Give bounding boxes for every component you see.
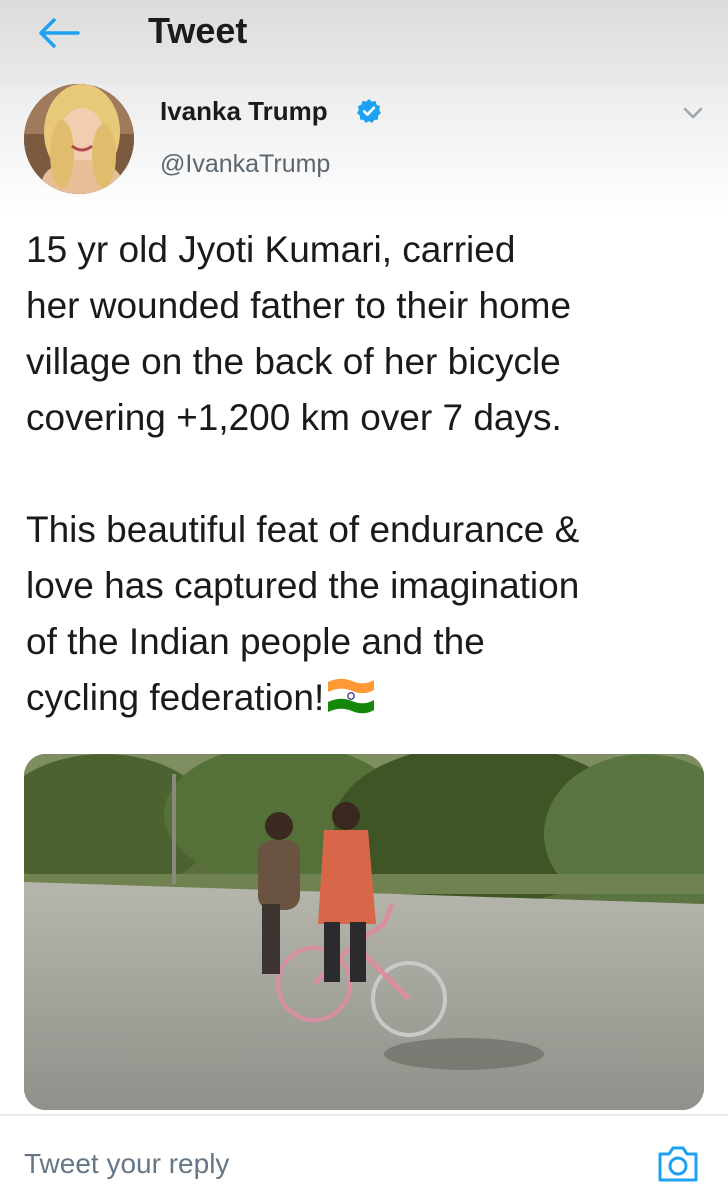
author-name[interactable]: Ivanka Trump: [160, 96, 328, 127]
camera-icon: [658, 1146, 698, 1182]
tweet-paragraph-2-text: This beautiful feat of endurance & love …: [26, 509, 580, 718]
tweet-media-photo[interactable]: [24, 754, 704, 1110]
reply-input[interactable]: [24, 1148, 584, 1180]
tweet-paragraph-1: 15 yr old Jyoti Kumari, carried her woun…: [26, 229, 572, 438]
avatar[interactable]: [24, 84, 134, 194]
tweet-text: 15 yr old Jyoti Kumari, carried her woun…: [26, 222, 706, 726]
back-arrow-icon: [39, 18, 80, 48]
india-flag-emoji: [328, 678, 375, 714]
divider: [0, 1114, 728, 1116]
verified-badge-icon: [357, 99, 381, 124]
author-handle[interactable]: @IvankaTrump: [160, 150, 330, 179]
avatar-image: [24, 84, 134, 194]
back-button[interactable]: [34, 14, 82, 52]
tweet-photo: [24, 754, 704, 1110]
chevron-down-icon[interactable]: [680, 100, 706, 126]
page-title: Tweet: [148, 10, 248, 51]
camera-button[interactable]: [654, 1140, 702, 1188]
tweet-paragraph-2: This beautiful feat of endurance & love …: [26, 502, 706, 726]
top-bar: Tweet: [0, 0, 728, 84]
